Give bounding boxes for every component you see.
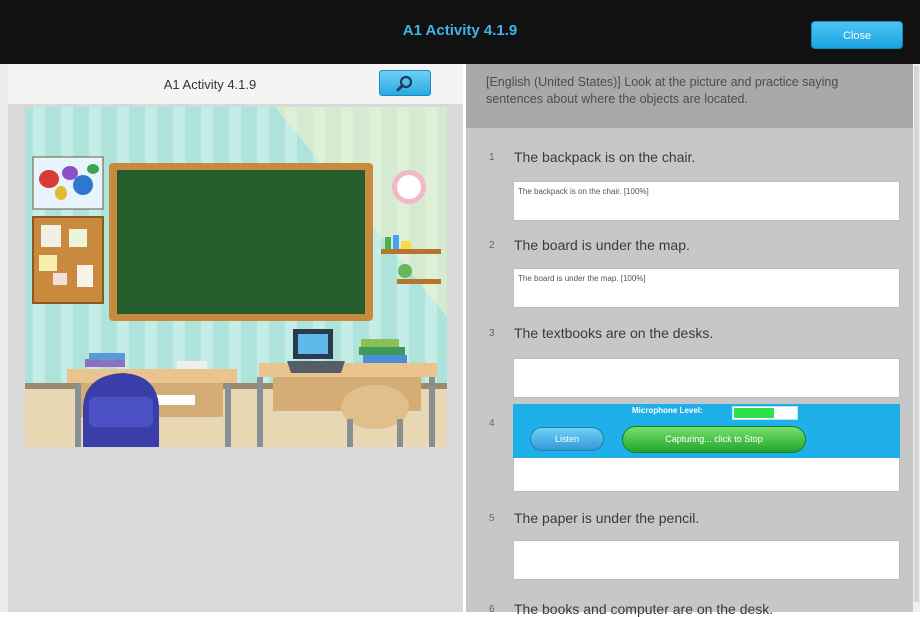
books-right — [359, 347, 405, 355]
mic-level-fill — [734, 408, 774, 418]
activity-title: A1 Activity 4.1.9 — [163, 77, 257, 92]
left-edge — [0, 64, 8, 612]
response-box[interactable]: The backpack is on the chair. [100%] — [513, 181, 900, 221]
world-map — [32, 156, 104, 210]
item-sentence: The textbooks are on the desks. — [514, 325, 714, 341]
item-number: 5 — [489, 513, 495, 524]
paper — [177, 361, 207, 369]
item-number: 6 — [489, 604, 495, 615]
chalkboard — [109, 163, 373, 321]
item-number: 1 — [489, 152, 495, 163]
item-sentence: The board is under the map. — [514, 237, 690, 253]
item-number: 4 — [489, 418, 495, 429]
item-sentence: The backpack is on the chair. — [514, 149, 696, 165]
wall-clock — [392, 170, 426, 204]
response-text: The backpack is on the chair. [100%] — [518, 187, 649, 196]
close-button[interactable]: Close — [811, 21, 903, 49]
scrollbar-thumb[interactable] — [914, 66, 919, 602]
window-title: A1 Activity 4.1.9 — [402, 22, 518, 39]
magnifier-icon — [396, 75, 413, 92]
notice-board — [32, 216, 104, 304]
zoom-button[interactable] — [379, 70, 431, 96]
books-left — [85, 359, 125, 367]
classroom-picture — [25, 107, 447, 447]
response-box[interactable] — [513, 358, 900, 398]
backpack — [83, 373, 159, 447]
response-text: The board is under the map. [100%] — [518, 274, 646, 283]
response-box[interactable] — [513, 458, 900, 492]
response-box[interactable] — [513, 540, 900, 580]
item-sentence: The books and computer are on the desk. — [514, 601, 774, 617]
response-box[interactable]: The board is under the map. [100%] — [513, 268, 900, 308]
listen-button[interactable]: Listen — [530, 427, 604, 451]
item-sentence: The paper is under the pencil. — [514, 510, 700, 526]
mic-level-meter — [732, 406, 798, 420]
capture-button[interactable]: Capturing... click to Stop — [622, 426, 806, 453]
title-bar: A1 Activity 4.1.9 Close — [0, 0, 920, 64]
mic-level-label: Microphone Level: — [632, 406, 703, 415]
instructions-text: [English (United States)] Look at the pi… — [486, 75, 839, 106]
item-number: 2 — [489, 240, 495, 251]
item-number: 3 — [489, 328, 495, 339]
